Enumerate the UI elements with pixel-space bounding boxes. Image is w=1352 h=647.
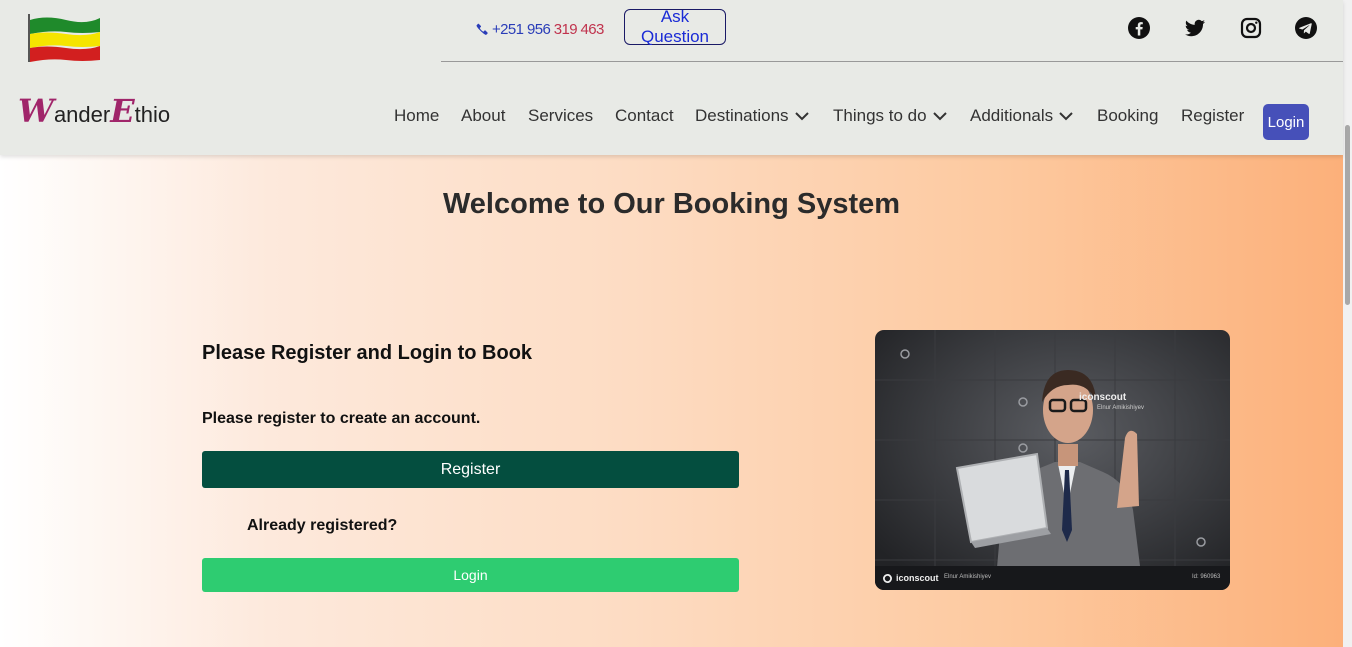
register-prompt: Please register to create an account. (202, 410, 481, 427)
nav-home[interactable]: Home (394, 106, 439, 126)
brand-thio: thio (134, 102, 171, 127)
nav-services[interactable]: Services (528, 106, 593, 126)
chevron-down-icon (932, 112, 947, 121)
booking-section: Welcome to Our Booking System Please Reg… (0, 155, 1343, 647)
scrollbar-thumb[interactable] (1345, 125, 1350, 305)
brand-ander: ander (53, 102, 111, 127)
phone-icon (476, 23, 488, 35)
chevron-down-icon (1059, 112, 1073, 121)
instagram-icon[interactable] (1239, 16, 1263, 40)
brand-e: E (110, 92, 135, 130)
chevron-down-icon (794, 112, 809, 121)
phone-contact[interactable]: +251 956 319 463 (476, 21, 604, 38)
nav-booking[interactable]: Booking (1097, 106, 1158, 126)
site-brand[interactable]: WanderEthio (18, 92, 170, 130)
header-divider (441, 61, 1343, 62)
nav-services-label: Services (528, 106, 594, 125)
nav-contact[interactable]: Contact (615, 106, 674, 126)
businessman-laptop-image (875, 330, 1230, 590)
phone-number-main: +251 956 (492, 21, 551, 38)
facebook-icon[interactable] (1127, 16, 1151, 40)
ethiopia-flag-logo (28, 14, 100, 62)
already-registered-text: Already registered? (247, 517, 398, 534)
nav-home-label: Home (394, 106, 440, 125)
phone-number-tail: 319 463 (553, 21, 605, 38)
telegram-icon[interactable] (1294, 16, 1318, 40)
login-button[interactable]: Login (202, 558, 739, 592)
nav-register[interactable]: Register (1181, 106, 1244, 126)
nav-login-button[interactable]: Login (1263, 104, 1309, 140)
watermark-author: Elnur Amikishiyev (1097, 405, 1145, 411)
photo-footer-brand-text: iconscout (896, 573, 939, 583)
nav-booking-label: Booking (1097, 106, 1159, 125)
watermark-brand: iconscout (1079, 392, 1127, 403)
nav-things-to-do[interactable]: Things to do (833, 106, 947, 126)
twitter-icon[interactable] (1183, 16, 1207, 40)
register-button[interactable]: Register (202, 451, 739, 488)
brand-w: W (18, 92, 54, 130)
phone-number: +251 956 319 463 (492, 21, 604, 38)
photo-footer-id: Id: 960963 (1192, 574, 1221, 580)
site-header: +251 956 319 463 Ask Question WanderEthi… (0, 0, 1343, 155)
nav-destinations[interactable]: Destinations (695, 106, 809, 126)
nav-about-label: About (461, 106, 506, 125)
nav-things-to-do-label: Things to do (833, 106, 927, 125)
ask-question-button[interactable]: Ask Question (624, 7, 726, 46)
nav-additionals-label: Additionals (970, 106, 1054, 125)
nav-register-label: Register (1181, 106, 1245, 125)
photo-footer-author: Elnur Amikishiyev (944, 574, 992, 580)
nav-destinations-label: Destinations (695, 106, 789, 125)
photo-footer-brand: iconscout (883, 573, 939, 583)
nav-about[interactable]: About (461, 106, 505, 126)
card-title: Please Register and Login to Book (202, 342, 533, 364)
nav-contact-label: Contact (615, 106, 674, 125)
page-title: Welcome to Our Booking System (442, 188, 901, 220)
iconscout-logo-icon (883, 573, 892, 583)
page-scrollbar[interactable] (1343, 0, 1352, 647)
nav-additionals[interactable]: Additionals (970, 106, 1073, 126)
